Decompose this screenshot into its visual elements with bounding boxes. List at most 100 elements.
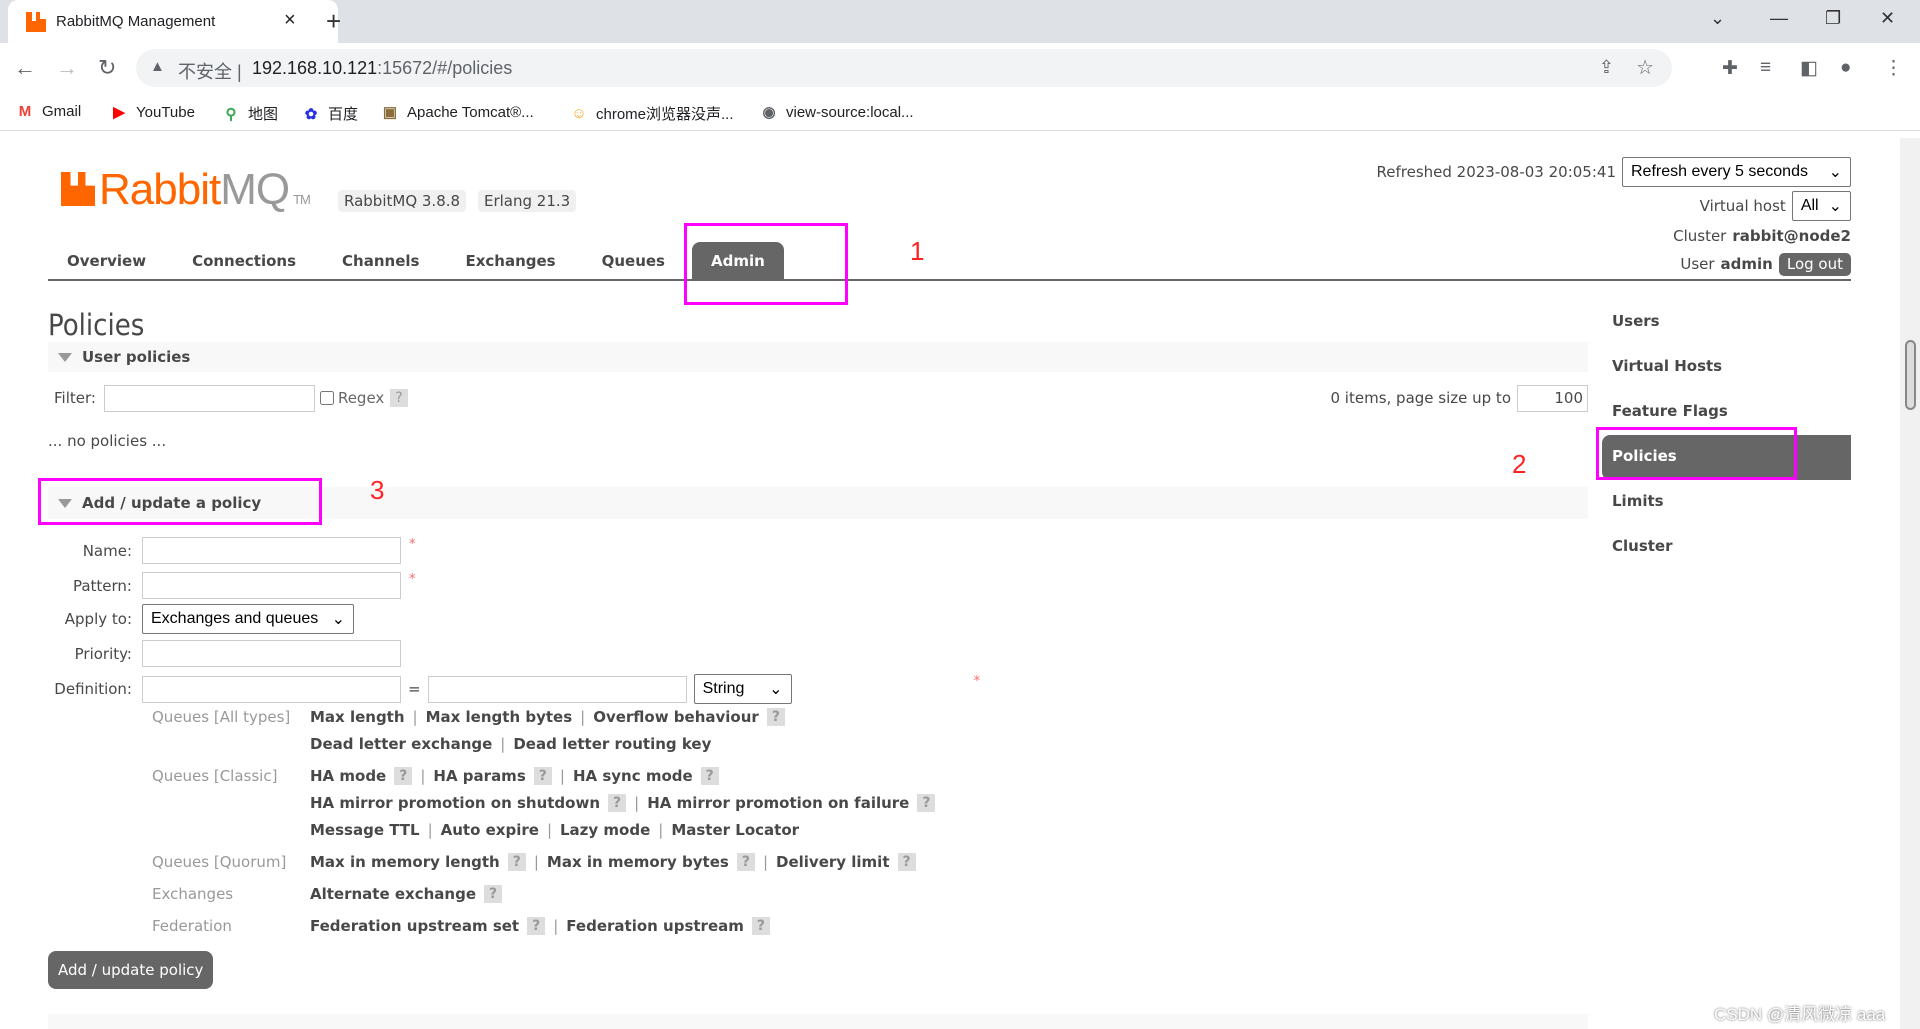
scrollbar-thumb[interactable] — [1905, 340, 1916, 410]
page-title: Policies — [48, 308, 145, 342]
bookmark-item[interactable]: ▣ Apache Tomcat®... — [381, 103, 534, 122]
shortcut-link[interactable]: Master Locator — [671, 821, 799, 839]
definition-type-select[interactable]: String ⌄ — [693, 674, 792, 704]
help-button[interactable]: ? — [527, 916, 546, 935]
bookmark-item[interactable]: ☺ chrome浏览器没声... — [570, 103, 733, 124]
definition-key-input[interactable] — [142, 675, 401, 703]
shortcut-link[interactable]: Max length — [310, 708, 405, 726]
help-button[interactable]: ? — [394, 766, 413, 785]
media-icon[interactable]: ≡ — [1760, 57, 1771, 79]
bookmark-item[interactable]: ◉ view-source:local... — [760, 103, 913, 122]
tab-queues[interactable]: Queues — [583, 242, 684, 279]
menu-icon[interactable]: ⋮ — [1884, 57, 1903, 80]
shortcut-links: Dead letter exchange | Dead letter routing… — [310, 735, 711, 753]
scrollbar[interactable] — [1900, 138, 1920, 1029]
annotation-box-add-policy — [38, 478, 322, 525]
close-window-icon[interactable]: ✕ — [1880, 8, 1895, 29]
browser-tab[interactable]: RabbitMQ Management × — [8, 0, 338, 43]
page-size-input[interactable] — [1517, 384, 1588, 412]
url-text: 192.168.10.121:15672/#/policies — [252, 58, 513, 78]
help-button[interactable]: ? — [897, 852, 916, 871]
sidebar-item-limits[interactable]: Limits — [1602, 480, 1851, 525]
help-button[interactable]: ? — [484, 884, 503, 903]
shortcut-link[interactable]: Alternate exchange — [310, 885, 476, 903]
browser-toolbar: ← → ↻ ▲ 不安全 | 192.168.10.121:15672/#/pol… — [0, 43, 1920, 93]
help-button[interactable]: ? — [507, 852, 526, 871]
shortcut-link[interactable]: Dead letter exchange — [310, 735, 492, 753]
shortcut-link[interactable]: HA sync mode — [573, 767, 693, 785]
minimize-icon[interactable]: — — [1770, 8, 1788, 29]
tab-connections[interactable]: Connections — [173, 242, 315, 279]
add-update-policy-button[interactable]: Add / update policy — [48, 951, 214, 989]
shortcut-link[interactable]: Delivery limit — [776, 853, 889, 871]
help-button[interactable]: ? — [766, 707, 785, 726]
bookmark-item[interactable]: ✿ 百度 — [302, 103, 358, 124]
side-panel-icon[interactable]: ◧ — [1800, 57, 1818, 80]
shortcut-link[interactable]: Federation upstream — [566, 917, 744, 935]
profile-icon[interactable]: ● — [1840, 57, 1851, 79]
separator: | — [427, 820, 433, 839]
back-icon[interactable]: ← — [14, 55, 36, 81]
bookmark-item[interactable]: ▶ YouTube — [110, 103, 195, 122]
bookmark-label: 百度 — [328, 106, 359, 123]
share-icon[interactable]: ⇪ — [1599, 57, 1614, 78]
reload-icon[interactable]: ↻ — [98, 55, 116, 81]
new-tab-button[interactable]: + — [326, 6, 341, 37]
annotation-number: 3 — [370, 475, 385, 505]
priority-input[interactable] — [142, 640, 401, 667]
tab-exchanges[interactable]: Exchanges — [446, 242, 574, 279]
help-button[interactable]: ? — [736, 852, 755, 871]
sidebar-item-users[interactable]: Users — [1602, 300, 1851, 345]
help-button[interactable]: ? — [700, 766, 719, 785]
help-button[interactable]: ? — [608, 793, 627, 812]
definition-shortcut-row: Queues [Classic] HA mode? | HA params? | HA s… — [152, 762, 935, 789]
definition-shortcut-row: Queues [Quorum] Max in memory length? | Max… — [152, 848, 935, 875]
rabbitmq-logo[interactable]: RabbitMQ TM — [61, 165, 311, 215]
user-policies-header[interactable]: User policies — [48, 342, 1588, 372]
definition-value-input[interactable] — [427, 675, 687, 703]
shortcut-link[interactable]: HA mirror promotion on shutdown — [310, 794, 600, 812]
shortcut-link[interactable]: Max in memory bytes — [547, 853, 729, 871]
shortcut-link[interactable]: Overflow behaviour — [593, 708, 759, 726]
tab-title: RabbitMQ Management — [56, 13, 216, 30]
help-button[interactable]: ? — [751, 916, 771, 935]
shortcut-link[interactable]: Message TTL — [310, 821, 420, 839]
shortcut-link[interactable]: Auto expire — [441, 821, 539, 839]
shortcut-link[interactable]: HA mode — [310, 767, 386, 785]
shortcut-link[interactable]: Max in memory length — [310, 853, 500, 871]
restore-icon[interactable]: ❐ — [1825, 8, 1841, 29]
regex-checkbox[interactable] — [319, 391, 334, 405]
pattern-input[interactable] — [142, 572, 401, 599]
watermark: CSDN @清风微凉 aaa — [1714, 1005, 1886, 1024]
filter-input[interactable] — [103, 384, 315, 412]
apply-to-select[interactable]: Exchanges and queues ⌄ — [142, 604, 354, 634]
shortcut-link[interactable]: HA mirror promotion on failure — [647, 794, 909, 812]
help-button[interactable]: ? — [917, 793, 936, 812]
shortcut-link[interactable]: Dead letter routing key — [513, 735, 711, 753]
refresh-select[interactable]: Refresh every 5 seconds ⌄ — [1622, 157, 1851, 187]
tab-overview[interactable]: Overview — [48, 242, 165, 279]
close-tab-icon[interactable]: × — [284, 9, 296, 32]
sidebar-item-virtual-hosts[interactable]: Virtual Hosts — [1602, 345, 1851, 390]
bookmark-item[interactable]: ⚲ 地图 — [222, 103, 279, 124]
tab-search-chevron-icon[interactable]: ⌄ — [1710, 8, 1725, 29]
tab-channels[interactable]: Channels — [323, 242, 438, 279]
forward-icon[interactable]: → — [56, 55, 78, 81]
address-bar[interactable]: ▲ 不安全 | 192.168.10.121:15672/#/policies … — [136, 49, 1672, 87]
definition-shortcuts: Queues [All types] Max length | Max length … — [152, 703, 936, 939]
shortcut-link[interactable]: HA params — [433, 767, 525, 785]
sidebar-item-cluster[interactable]: Cluster — [1602, 525, 1851, 570]
bookmark-item[interactable]: M Gmail — [16, 103, 81, 120]
vhost-select[interactable]: All ⌄ — [1791, 191, 1851, 221]
shortcut-link[interactable]: Federation upstream set — [310, 917, 519, 935]
category-label: Queues [All types] — [152, 707, 291, 726]
bookmark-star-icon[interactable]: ☆ — [1636, 55, 1654, 80]
shortcut-links: Federation upstream set? | Federation upst… — [310, 916, 771, 935]
regex-help-button[interactable]: ? — [390, 389, 408, 407]
help-button[interactable]: ? — [533, 766, 552, 785]
shortcut-link[interactable]: Max length bytes — [426, 708, 573, 726]
name-input[interactable] — [142, 537, 401, 564]
shortcut-link[interactable]: Lazy mode — [560, 821, 650, 839]
extensions-icon[interactable]: ✚ — [1722, 57, 1738, 80]
annotation-box-policies — [1596, 427, 1797, 480]
